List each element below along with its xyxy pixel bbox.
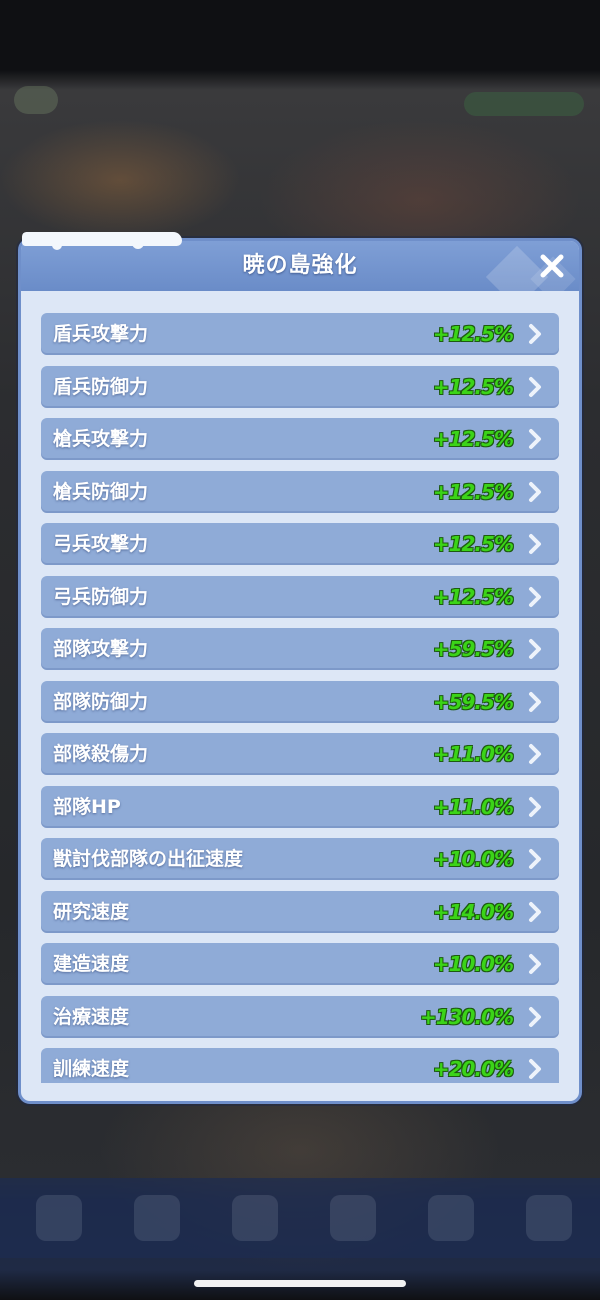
chevron-right-icon[interactable] [523,637,547,661]
boost-value: +10.0% [432,952,514,976]
boost-label: 槍兵防御力 [53,480,149,503]
close-button[interactable] [535,249,569,283]
boost-value: +59.5% [432,637,514,661]
boost-row[interactable]: 弓兵防御力 +12.5% [41,575,559,618]
blurred-nav-item [526,1195,572,1241]
chevron-right-icon[interactable] [523,480,547,504]
blurred-bottom-nav [0,1178,600,1258]
boost-row[interactable]: 訓練速度 +20.0% [41,1048,559,1083]
chevron-right-icon[interactable] [523,427,547,451]
boost-row[interactable]: 部隊防御力 +59.5% [41,680,559,723]
boost-row[interactable]: 部隊HP +11.0% [41,785,559,828]
blurred-nav-item [134,1195,180,1241]
chevron-right-icon[interactable] [523,690,547,714]
chevron-right-icon[interactable] [523,375,547,399]
boost-row[interactable]: 獣討伐部隊の出征速度 +10.0% [41,838,559,880]
boost-label: 盾兵防御力 [53,375,149,398]
boost-label: 部隊HP [53,795,121,818]
boost-row[interactable]: 盾兵防御力 +12.5% [41,365,559,408]
blurred-nav-item [232,1195,278,1241]
boost-value: +12.5% [432,427,514,451]
boost-value: +12.5% [432,322,514,346]
chevron-right-icon[interactable] [523,795,547,819]
chevron-right-icon[interactable] [523,847,547,871]
blurred-nav-item [330,1195,376,1241]
boost-label: 部隊防御力 [53,690,149,713]
boost-value: +11.0% [432,742,514,766]
panel-header: 暁の島強化 [21,241,579,291]
boost-row[interactable]: 研究速度 +14.0% [41,890,559,933]
panel-title: 暁の島強化 [242,253,358,278]
blurred-nav-item [428,1195,474,1241]
boost-value: +12.5% [432,584,514,609]
boost-label: 弓兵防御力 [53,585,149,608]
boost-label: 槍兵攻撃力 [53,428,149,450]
boost-row[interactable]: 部隊殺傷力 +11.0% [41,733,559,775]
chevron-right-icon[interactable] [523,900,547,924]
boost-row[interactable]: 部隊攻撃力 +59.5% [41,628,559,670]
boost-value: +59.5% [432,689,514,714]
boost-row[interactable]: 盾兵攻撃力 +12.5% [41,313,559,355]
snow-decoration [22,232,182,246]
boost-value: +12.5% [432,532,514,556]
chevron-right-icon[interactable] [523,585,547,609]
boost-row[interactable]: 治療速度 +130.0% [41,995,559,1038]
blurred-top-left-widget [14,86,58,114]
boost-value: +11.0% [432,794,514,819]
boost-label: 建造速度 [53,953,130,975]
close-icon [540,254,564,278]
boost-label: 獣討伐部隊の出征速度 [53,848,244,870]
home-indicator [194,1280,406,1287]
blurred-top-right-widget [464,92,584,116]
boost-row[interactable]: 槍兵防御力 +12.5% [41,470,559,513]
boost-row[interactable]: 弓兵攻撃力 +12.5% [41,523,559,565]
boost-label: 部隊殺傷力 [53,743,149,765]
boost-label: 弓兵攻撃力 [53,533,149,555]
boost-value: +20.0% [432,1057,514,1081]
chevron-right-icon[interactable] [523,532,547,556]
chevron-right-icon[interactable] [523,952,547,976]
island-boost-panel: 暁の島強化 盾兵攻撃力 +12.5% 盾兵防御力 +12.5% 槍兵攻撃力 +12.5% 槍… [18,238,582,1104]
boost-label: 治療速度 [53,1005,130,1028]
boost-value: +10.0% [432,847,514,871]
boost-label: 訓練速度 [53,1058,130,1080]
chevron-right-icon[interactable] [523,1005,547,1029]
boost-list[interactable]: 盾兵攻撃力 +12.5% 盾兵防御力 +12.5% 槍兵攻撃力 +12.5% 槍兵防御力 +1… [41,313,559,1083]
boost-label: 研究速度 [53,900,130,923]
chevron-right-icon[interactable] [523,322,547,346]
boost-value: +12.5% [432,479,514,504]
boost-row[interactable]: 建造速度 +10.0% [41,943,559,985]
boost-value: +14.0% [432,899,514,924]
chevron-right-icon[interactable] [523,1057,547,1081]
boost-value: +130.0% [419,1004,514,1029]
blurred-nav-item [36,1195,82,1241]
chevron-right-icon[interactable] [523,742,547,766]
boost-value: +12.5% [432,374,514,399]
boost-row[interactable]: 槍兵攻撃力 +12.5% [41,418,559,460]
boost-label: 盾兵攻撃力 [53,323,149,345]
boost-label: 部隊攻撃力 [53,638,149,660]
